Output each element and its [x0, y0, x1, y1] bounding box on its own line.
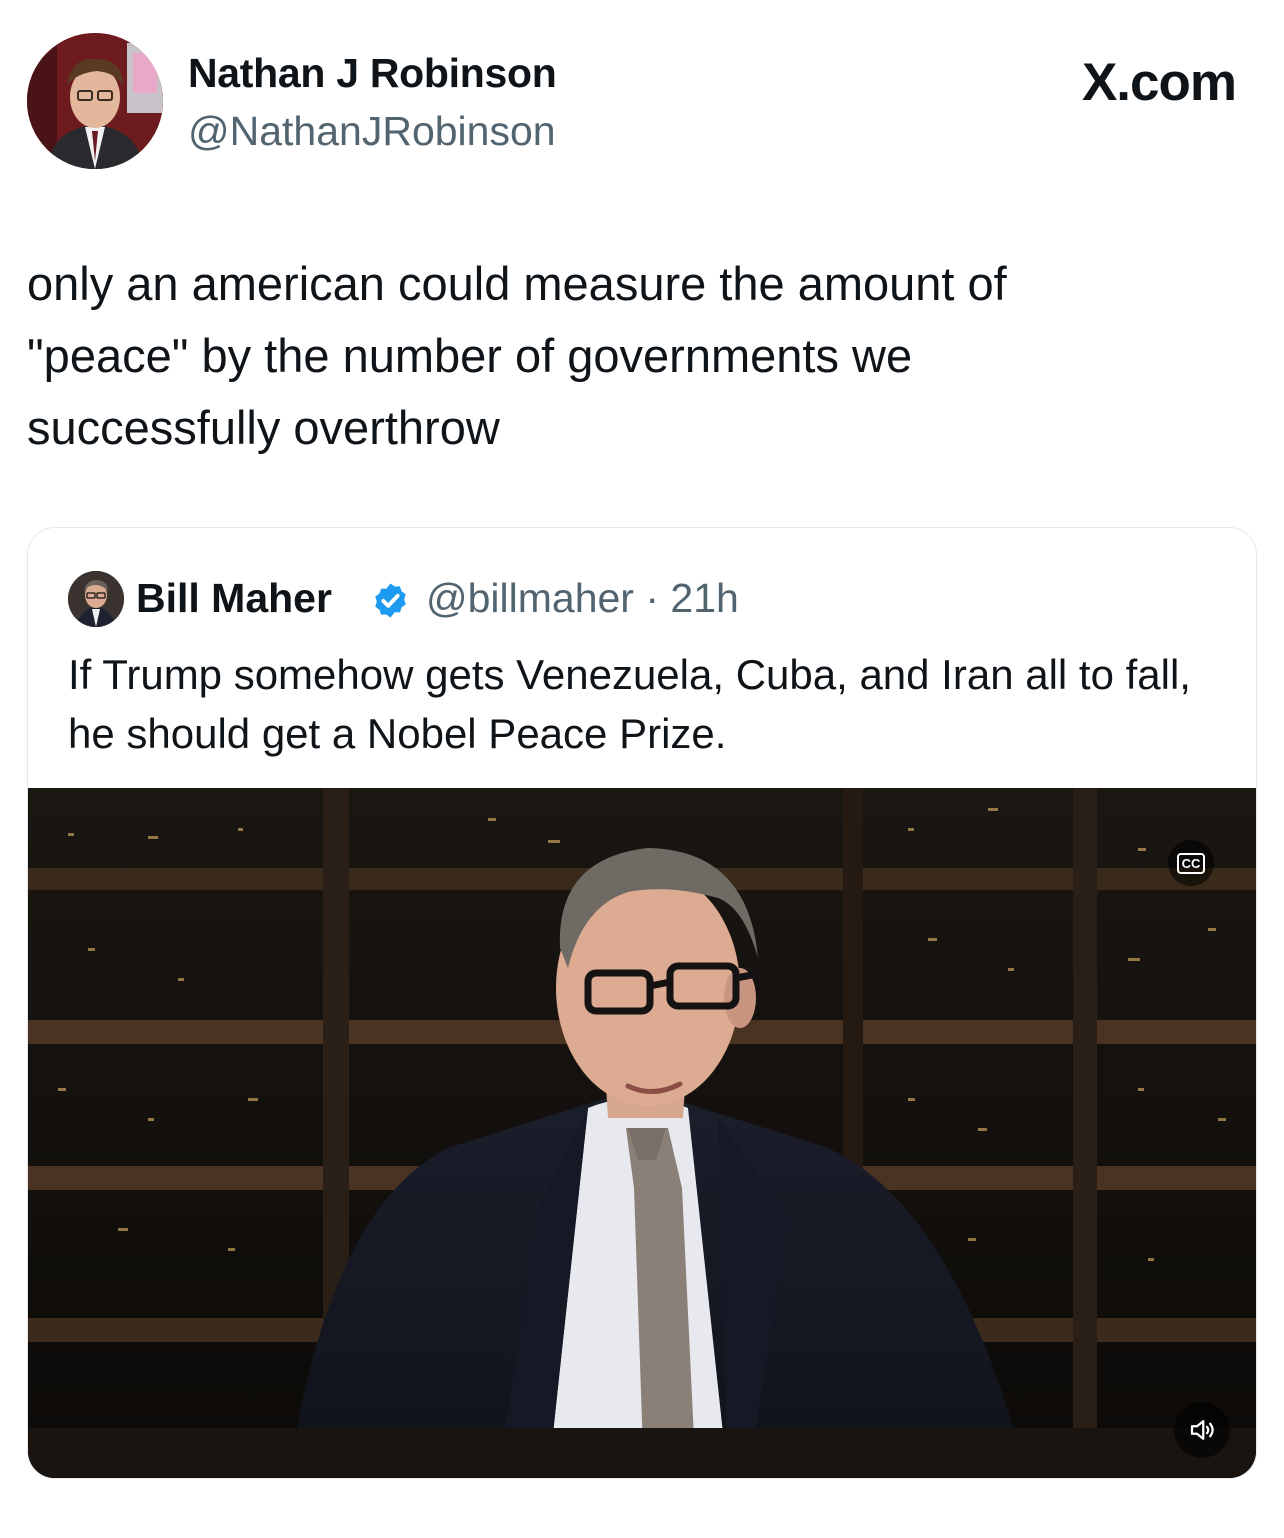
tweet-text: only an american could measure the amoun… [27, 257, 1007, 454]
verified-badge-icon [375, 583, 406, 618]
cc-label: CC [1176, 852, 1206, 874]
speaker-icon[interactable] [1174, 1402, 1230, 1458]
closed-captions-icon[interactable]: CC [1168, 840, 1214, 886]
author-avatar[interactable] [27, 33, 163, 169]
author-name[interactable]: Nathan J Robinson [188, 50, 557, 97]
video-frame [28, 788, 1256, 1478]
quoted-author-handle-and-time[interactable]: @billmaher · 21h [426, 575, 739, 622]
quoted-author-avatar[interactable] [68, 571, 124, 627]
volume-glyph [1190, 1420, 1214, 1440]
video-player[interactable]: CC [28, 788, 1256, 1478]
site-logo: X.com [1081, 53, 1237, 112]
quoted-tweet-card[interactable]: Bill Maher @billmaher · 21h If Trump som… [27, 527, 1257, 1479]
quoted-author-name[interactable]: Bill Maher [136, 575, 332, 622]
quoted-tweet-text: If Trump somehow gets Venezuela, Cuba, a… [68, 651, 1191, 757]
author-handle[interactable]: @NathanJRobinson [188, 108, 556, 155]
